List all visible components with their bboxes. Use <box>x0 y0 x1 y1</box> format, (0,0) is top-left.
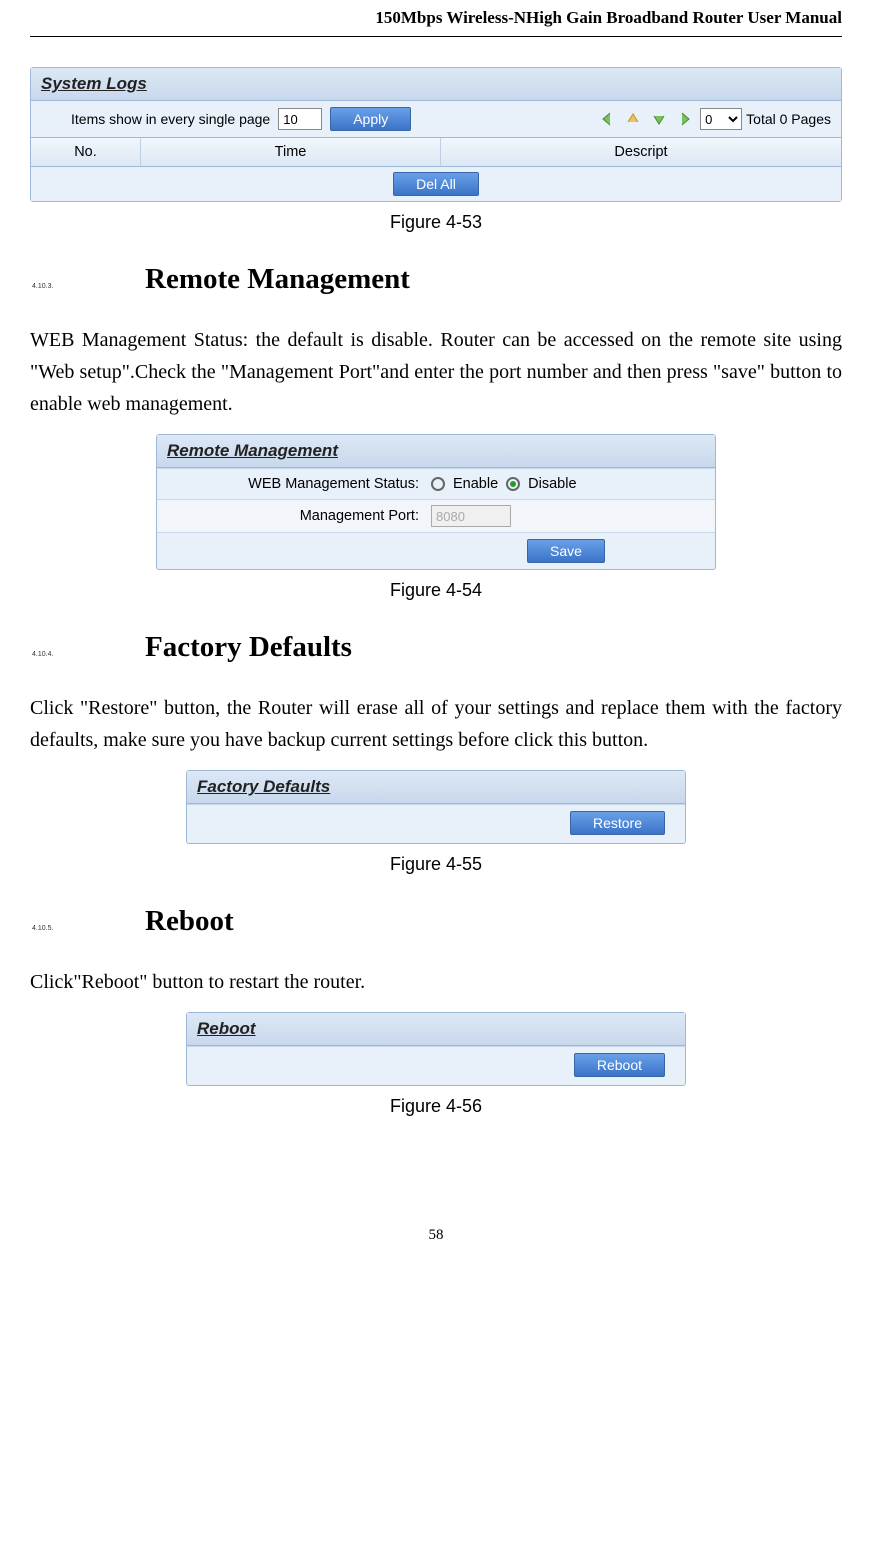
factory-defaults-paragraph: Click "Restore" button, the Router will … <box>30 692 842 756</box>
document-header: 150Mbps Wireless-NHigh Gain Broadband Ro… <box>30 0 842 37</box>
disable-radio[interactable] <box>506 477 520 491</box>
last-page-icon[interactable] <box>674 108 696 130</box>
reboot-paragraph: Click"Reboot" button to restart the rout… <box>30 966 842 998</box>
logs-table-header: No. Time Descript <box>31 137 841 167</box>
disable-label: Disable <box>528 476 576 492</box>
web-status-label: WEB Management Status: <box>157 469 427 499</box>
section-number: 4.10.5. <box>30 925 145 932</box>
section-title: Reboot <box>145 905 234 938</box>
figure-caption-55: Figure 4-55 <box>30 854 842 875</box>
prev-page-icon[interactable] <box>622 108 644 130</box>
remote-management-title: Remote Management <box>157 435 715 468</box>
reboot-panel: Reboot Reboot <box>186 1012 686 1086</box>
section-number: 4.10.4. <box>30 651 145 658</box>
section-number: 4.10.3. <box>30 283 145 290</box>
section-title: Factory Defaults <box>145 631 352 664</box>
remote-management-paragraph: WEB Management Status: the default is di… <box>30 324 842 420</box>
col-no: No. <box>31 138 141 166</box>
first-page-icon[interactable] <box>596 108 618 130</box>
col-desc: Descript <box>441 138 841 166</box>
figure-caption-56: Figure 4-56 <box>30 1096 842 1117</box>
factory-defaults-title: Factory Defaults <box>187 771 685 804</box>
page-select[interactable]: 0 <box>700 108 742 130</box>
remote-save-row: Save <box>157 532 715 569</box>
web-status-row: WEB Management Status: Enable Disable <box>157 468 715 499</box>
section-factory-defaults: 4.10.4. Factory Defaults <box>30 631 842 664</box>
figure-caption-54: Figure 4-54 <box>30 580 842 601</box>
management-port-row: Management Port: <box>157 499 715 532</box>
delete-all-button[interactable]: Del All <box>393 172 479 196</box>
page-number: 58 <box>30 1227 842 1264</box>
system-logs-panel: System Logs Items show in every single p… <box>30 67 842 202</box>
logs-footer: Del All <box>31 167 841 201</box>
total-pages-label: Total 0 Pages <box>746 111 831 127</box>
section-remote-management: 4.10.3. Remote Management <box>30 263 842 296</box>
management-port-label: Management Port: <box>157 501 427 531</box>
next-page-icon[interactable] <box>648 108 670 130</box>
management-port-input[interactable] <box>431 505 511 527</box>
section-reboot: 4.10.5. Reboot <box>30 905 842 938</box>
restore-button[interactable]: Restore <box>570 811 665 835</box>
enable-label: Enable <box>453 476 498 492</box>
system-logs-title: System Logs <box>31 68 841 101</box>
reboot-title: Reboot <box>187 1013 685 1046</box>
items-per-page-label: Items show in every single page <box>71 111 270 127</box>
col-time: Time <box>141 138 441 166</box>
factory-defaults-panel: Factory Defaults Restore <box>186 770 686 844</box>
remote-management-panel: Remote Management WEB Management Status:… <box>156 434 716 570</box>
apply-button[interactable]: Apply <box>330 107 411 131</box>
items-per-page-input[interactable] <box>278 108 322 130</box>
system-logs-toolbar: Items show in every single page Apply 0 … <box>31 101 841 137</box>
save-button[interactable]: Save <box>527 539 605 563</box>
section-title: Remote Management <box>145 263 410 296</box>
reboot-button[interactable]: Reboot <box>574 1053 665 1077</box>
figure-caption-53: Figure 4-53 <box>30 212 842 233</box>
enable-radio[interactable] <box>431 477 445 491</box>
